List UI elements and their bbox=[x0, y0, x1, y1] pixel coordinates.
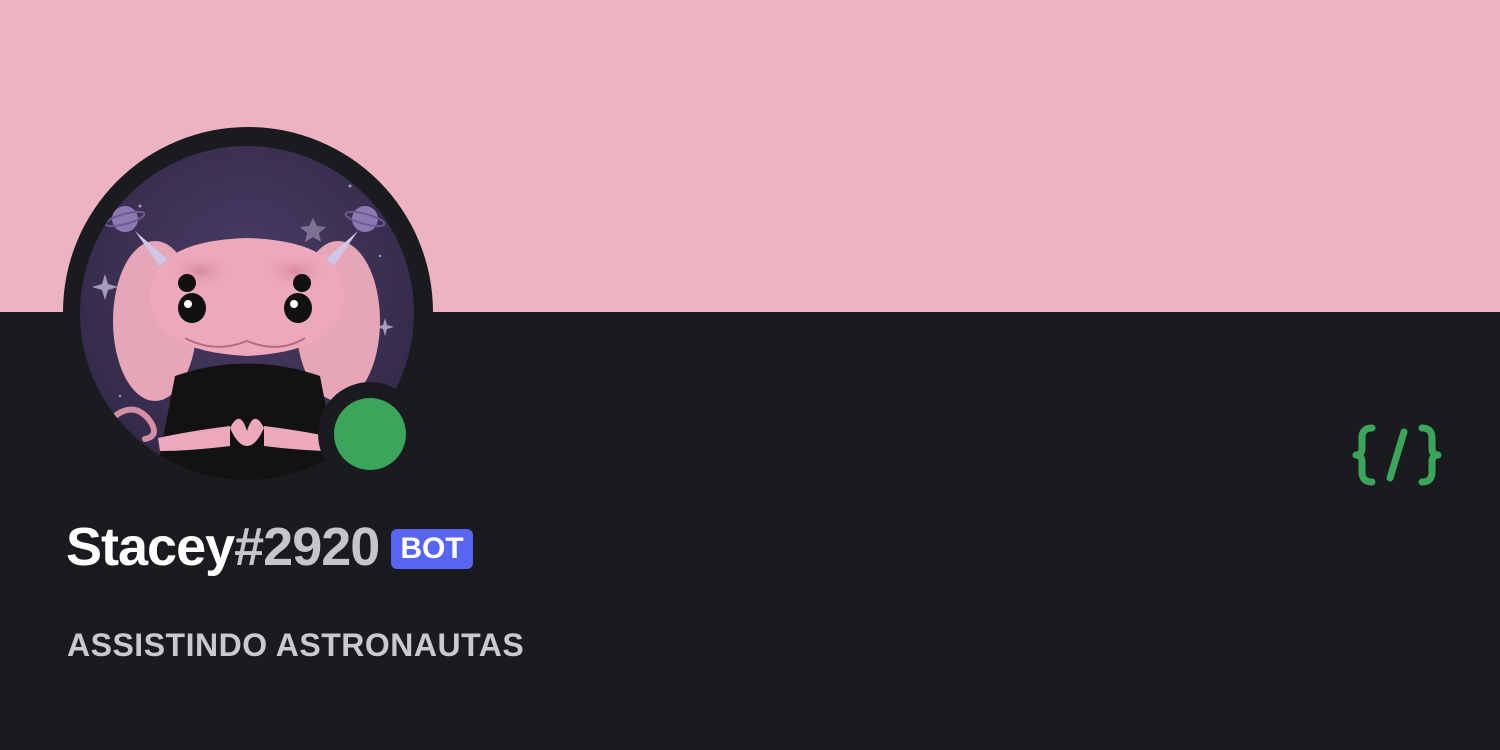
code-braces-icon[interactable] bbox=[1352, 420, 1442, 490]
username-row: Stacey #2920 BOT bbox=[66, 512, 473, 582]
bot-badge: BOT bbox=[391, 529, 473, 569]
activity-status: ASSISTINDO ASTRONAUTAS bbox=[67, 627, 525, 663]
discriminator: #2920 bbox=[234, 517, 380, 577]
code-braces-icon-svg bbox=[1352, 424, 1442, 486]
profile-card: Stacey #2920 BOT ASSISTINDO ASTRONAUTAS bbox=[0, 0, 1500, 750]
online-status-icon bbox=[334, 398, 406, 470]
username: Stacey bbox=[66, 517, 235, 577]
